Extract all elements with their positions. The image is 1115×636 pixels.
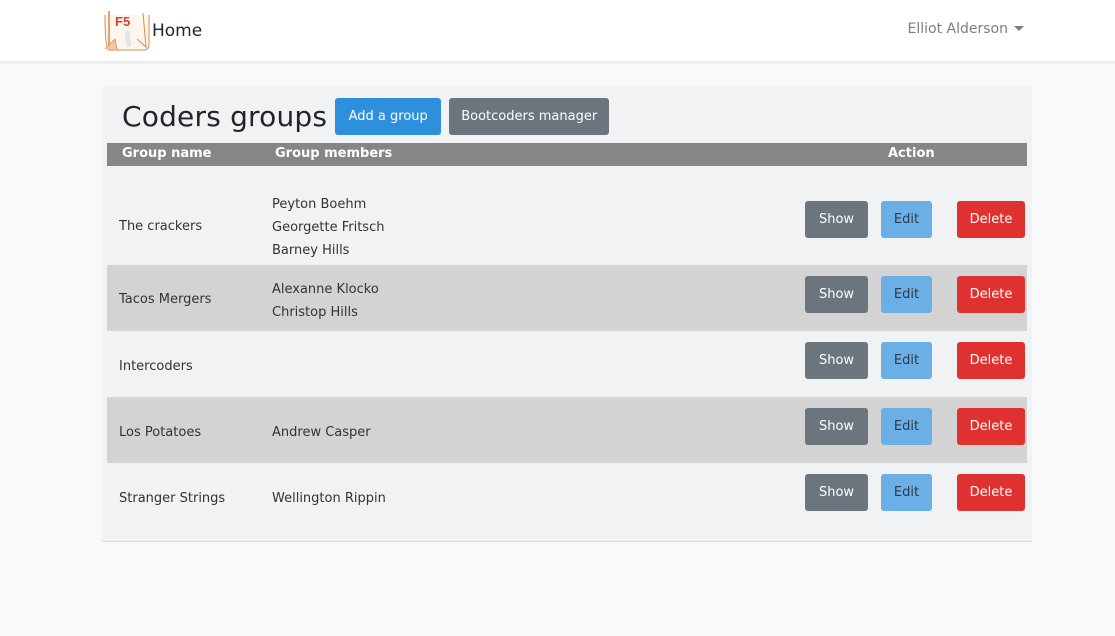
show-button[interactable]: Show [805,408,868,445]
col-action: Action [888,146,935,161]
delete-button[interactable]: Delete [957,474,1025,511]
groups-card: Coders groups Add a group Bootcoders man… [102,86,1032,542]
edit-button[interactable]: Edit [881,474,932,511]
group-name: Intercoders [119,359,193,374]
home-link[interactable]: Home [152,21,202,41]
table-row: Stranger Strings Wellington Rippin Show … [107,463,1027,529]
member-name: Peyton Boehm [272,197,367,212]
show-button[interactable]: Show [805,201,868,238]
logo-text: F5 [115,14,130,29]
col-group-members: Group members [275,146,393,161]
group-members: Wellington Rippin [272,487,386,510]
show-button[interactable]: Show [805,276,868,313]
table-row: Tacos Mergers Alexanne Klocko Christop H… [107,265,1027,331]
group-name: The crackers [119,219,203,234]
table-row: Intercoders Show Edit Delete [107,331,1027,397]
group-name: Tacos Mergers [119,292,212,307]
col-group-name: Group name [122,146,212,161]
show-button[interactable]: Show [805,474,868,511]
bootcoders-manager-button[interactable]: Bootcoders manager [449,98,610,135]
delete-button[interactable]: Delete [957,201,1025,238]
group-name: Los Potatoes [119,425,202,440]
add-group-button[interactable]: Add a group [335,98,442,135]
f5-logo[interactable]: F5 [103,9,150,53]
edit-button[interactable]: Edit [881,342,932,379]
delete-button[interactable]: Delete [957,408,1025,445]
delete-button[interactable]: Delete [957,342,1025,379]
navbar: F5 Home Elliot Alderson [0,0,1115,62]
page-title: Coders groups [122,100,328,133]
delete-button[interactable]: Delete [957,276,1025,313]
edit-button[interactable]: Edit [881,276,932,313]
edit-button[interactable]: Edit [881,201,932,238]
group-members: Peyton Boehm Georgette Fritsch Barney Hi… [272,193,384,262]
table-header: Group name Group members Action [107,143,1027,166]
member-name: Christop Hills [272,305,358,320]
member-name: Alexanne Klocko [272,282,379,297]
group-name: Stranger Strings [119,491,226,506]
group-members: Andrew Casper [272,421,371,444]
table-row: The crackers Peyton Boehm Georgette Frit… [107,166,1027,266]
member-name: Wellington Rippin [272,491,386,506]
card-header: Coders groups Add a group Bootcoders man… [122,98,610,135]
edit-button[interactable]: Edit [881,408,932,445]
member-name: Andrew Casper [272,425,371,440]
member-name: Georgette Fritsch [272,220,385,235]
show-button[interactable]: Show [805,342,868,379]
user-dropdown[interactable]: Elliot Alderson [908,21,1024,37]
group-members: Alexanne Klocko Christop Hills [272,278,379,324]
member-name: Barney Hills [272,243,350,258]
table-row: Los Potatoes Andrew Casper Show Edit Del… [107,397,1027,463]
user-name: Elliot Alderson [907,21,1008,37]
caret-down-icon [1014,25,1024,31]
brand[interactable]: F5 Home [103,9,202,53]
